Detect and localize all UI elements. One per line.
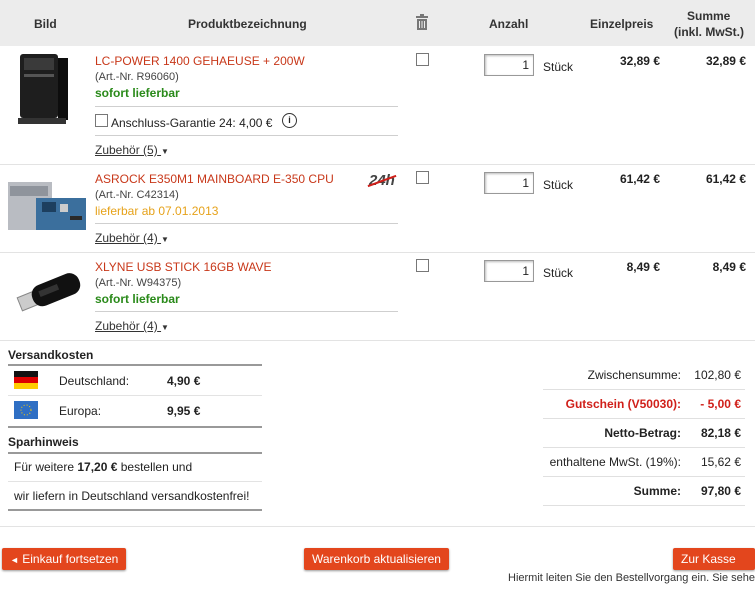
divider xyxy=(543,505,745,506)
col-image-header: Bild xyxy=(34,17,57,31)
shipping-eu-label: Europa: xyxy=(59,404,102,418)
divider xyxy=(8,426,262,428)
24h-badge-icon: 24h xyxy=(367,172,397,189)
divider xyxy=(8,364,262,366)
savings-line-1: Für weitere 17,20 € bestellen und xyxy=(14,460,193,474)
availability: sofort lieferbar xyxy=(95,86,180,100)
quantity-input[interactable]: 1 xyxy=(484,54,534,76)
remove-checkbox[interactable] xyxy=(416,53,429,66)
guarantee-checkbox[interactable] xyxy=(95,114,108,127)
caret-down-icon: ▼ xyxy=(161,147,169,156)
update-cart-button[interactable]: Warenkorb aktualisieren xyxy=(304,548,449,570)
divider xyxy=(543,447,745,448)
accessories-dropdown[interactable]: Zubehör (5) ▼ xyxy=(95,143,169,157)
row-separator xyxy=(0,164,755,165)
article-number: (Art.-Nr. C42314) xyxy=(95,189,179,201)
unit-label: Stück xyxy=(543,178,574,192)
section-separator xyxy=(0,526,755,527)
shipping-title: Versandkosten xyxy=(8,348,94,362)
divider xyxy=(8,452,262,454)
divider xyxy=(543,389,745,390)
divider xyxy=(543,418,745,419)
shipping-de-price: 4,90 € xyxy=(167,374,201,388)
cart-header: Bild Produktbezeichnung Anzahl Einzelpre… xyxy=(0,0,755,46)
article-number: (Art.-Nr. R96060) xyxy=(95,71,179,83)
divider xyxy=(8,481,262,482)
divider xyxy=(95,135,398,136)
quantity-input[interactable]: 1 xyxy=(484,172,534,194)
vat-value: 15,62 € xyxy=(700,455,741,469)
remove-checkbox[interactable] xyxy=(416,171,429,184)
subtotal-label: Zwischensumme: xyxy=(587,368,681,382)
europe-flag-icon xyxy=(14,401,38,419)
continue-shopping-button[interactable]: ◄ Einkauf fortsetzen xyxy=(2,548,127,570)
total-value: 97,80 € xyxy=(700,484,741,498)
product-image-mainboard[interactable] xyxy=(8,180,86,232)
product-image-usb-stick[interactable] xyxy=(8,268,86,320)
caret-down-icon: ▼ xyxy=(161,235,169,244)
checkout-button[interactable]: Zur Kasse ► xyxy=(673,548,755,587)
col-sum-header: Summe xyxy=(687,9,731,23)
caret-down-icon: ▼ xyxy=(161,323,169,332)
unit-label: Stück xyxy=(543,266,574,280)
info-icon[interactable]: i xyxy=(282,113,297,128)
product-name[interactable]: XLYNE USB STICK 16GB WAVE xyxy=(95,260,272,274)
divider xyxy=(543,476,745,477)
product-image-case[interactable] xyxy=(16,52,72,126)
total-label: Summe: xyxy=(633,484,681,498)
trash-icon xyxy=(415,14,429,33)
vat-label: enthaltene MwSt. (19%): xyxy=(549,455,681,469)
divider xyxy=(95,106,398,107)
divider xyxy=(8,395,262,396)
row-separator xyxy=(0,252,755,253)
row-separator xyxy=(0,340,755,341)
line-total: 61,42 € xyxy=(705,172,746,186)
shipping-de-label: Deutschland: xyxy=(59,374,130,388)
accessories-dropdown[interactable]: Zubehör (4) ▼ xyxy=(95,319,169,333)
unit-price: 32,89 € xyxy=(619,54,660,68)
unit-price: 8,49 € xyxy=(626,260,660,274)
unit-price: 61,42 € xyxy=(619,172,660,186)
availability: sofort lieferbar xyxy=(95,292,180,306)
remove-checkbox[interactable] xyxy=(416,259,429,272)
article-number: (Art.-Nr. W94375) xyxy=(95,277,182,289)
line-total: 8,49 € xyxy=(712,260,746,274)
guarantee-label: Anschluss-Garantie 24: 4,00 € xyxy=(111,116,273,130)
checkout-hint: Hiermit leiten Sie den Bestellvorgang ei… xyxy=(508,572,755,584)
product-name[interactable]: ASROCK E350M1 MAINBOARD E-350 CPU xyxy=(95,172,334,186)
col-unit-price-header: Einzelpreis xyxy=(590,17,654,31)
unit-label: Stück xyxy=(543,60,574,74)
col-product-header: Produktbezeichnung xyxy=(188,17,307,31)
divider xyxy=(95,311,398,312)
product-name[interactable]: LC-POWER 1400 GEHAEUSE + 200W xyxy=(95,54,305,68)
voucher-label: Gutschein (V50030): xyxy=(565,397,681,411)
line-total: 32,89 € xyxy=(705,54,746,68)
divider xyxy=(8,509,262,511)
savings-line-2: wir liefern in Deutschland versandkosten… xyxy=(14,489,250,503)
accessories-dropdown[interactable]: Zubehör (4) ▼ xyxy=(95,231,169,245)
net-label: Netto-Betrag: xyxy=(604,426,681,440)
col-sum-header-sub: (inkl. MwSt.) xyxy=(674,25,744,39)
germany-flag-icon xyxy=(14,371,38,389)
voucher-value: - 5,00 € xyxy=(700,397,741,411)
availability: lieferbar ab 07.01.2013 xyxy=(95,204,219,218)
arrow-left-icon: ◄ xyxy=(10,555,19,565)
net-value: 82,18 € xyxy=(700,426,741,440)
col-qty-header: Anzahl xyxy=(489,17,529,31)
shipping-eu-price: 9,95 € xyxy=(167,404,201,418)
quantity-input[interactable]: 1 xyxy=(484,260,534,282)
subtotal-value: 102,80 € xyxy=(694,368,741,382)
divider xyxy=(95,223,398,224)
savings-title: Sparhinweis xyxy=(8,435,79,449)
